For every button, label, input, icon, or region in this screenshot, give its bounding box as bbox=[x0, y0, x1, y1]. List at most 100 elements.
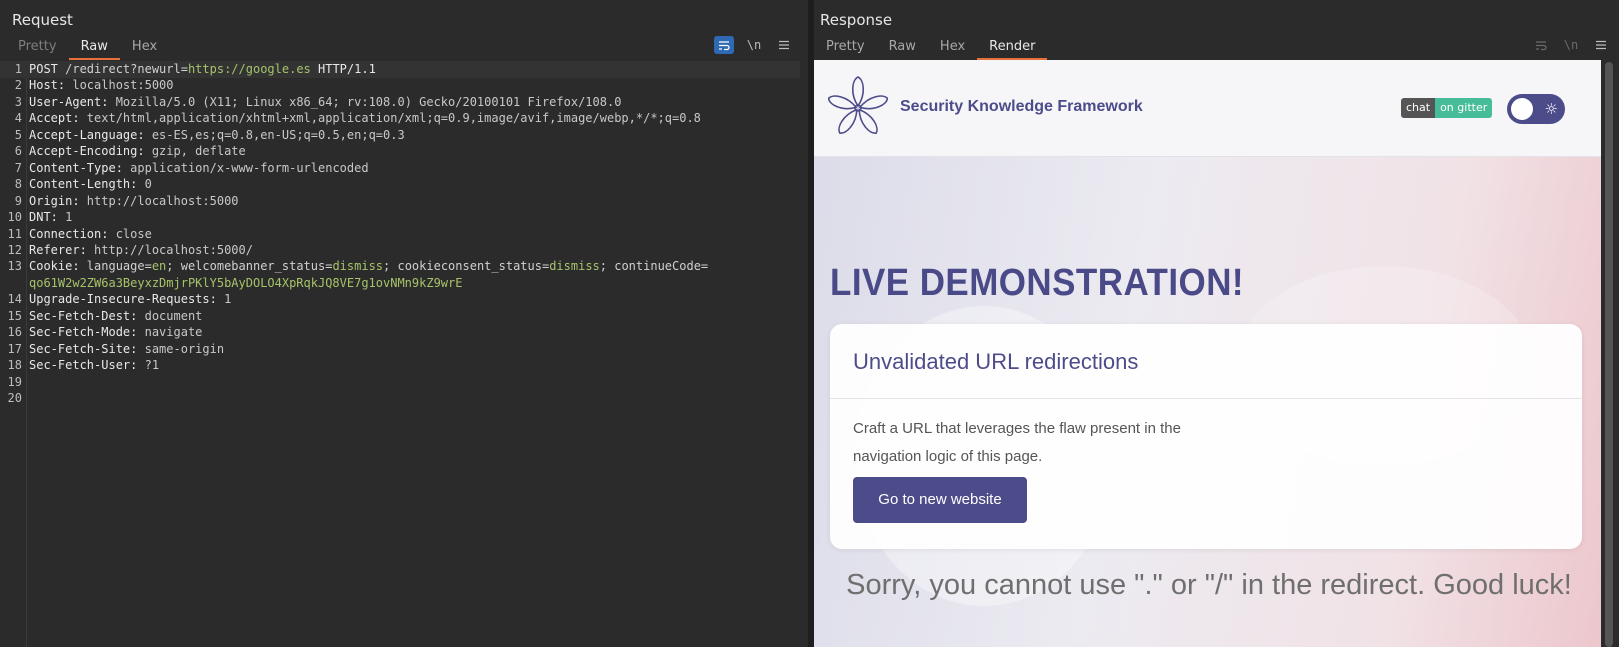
code-token: application/x-www-form-urlencoded bbox=[130, 160, 369, 175]
request-tabs: Pretty Raw Hex bbox=[6, 36, 169, 60]
line-text: DNT: 1 bbox=[29, 209, 72, 226]
request-tab-raw[interactable]: Raw bbox=[68, 36, 120, 60]
code-line[interactable]: 19 bbox=[0, 374, 800, 391]
wrap-icon[interactable] bbox=[714, 36, 734, 54]
line-text: Sec-Fetch-User: ?1 bbox=[29, 357, 159, 374]
line-text: Sec-Fetch-Mode: navigate bbox=[29, 324, 202, 341]
line-number: 11 bbox=[7, 226, 22, 241]
code-line[interactable]: 5 Accept-Language: es-ES,es;q=0.8,en-US;q… bbox=[0, 127, 800, 144]
code-token: dismiss bbox=[332, 259, 384, 274]
code-token: document bbox=[144, 308, 203, 323]
rendered-page: Security Knowledge Framework chat on git… bbox=[814, 60, 1601, 647]
menu-icon[interactable] bbox=[774, 36, 794, 54]
code-token: ?1 bbox=[144, 358, 160, 373]
newline-toggle[interactable]: \n bbox=[744, 36, 764, 54]
line-text: Cookie: language=en; welcomebanner_statu… bbox=[29, 258, 708, 275]
code-token: POST bbox=[29, 62, 66, 76]
code-line[interactable]: 11 Connection: close bbox=[0, 226, 800, 243]
code-line[interactable]: 2 Host: localhost:5000 bbox=[0, 77, 800, 94]
code-line[interactable]: 16 Sec-Fetch-Mode: navigate bbox=[0, 324, 800, 341]
line-number: 5 bbox=[14, 127, 22, 142]
theme-toggle[interactable]: ☼ bbox=[1507, 94, 1565, 124]
request-tab-hex[interactable]: Hex bbox=[120, 36, 169, 60]
response-tab-hex[interactable]: Hex bbox=[928, 36, 977, 60]
code-token: Sec-Fetch-Mode: bbox=[29, 325, 145, 340]
code-token: gzip, deflate bbox=[151, 144, 246, 159]
code-line[interactable]: 20 bbox=[0, 390, 800, 407]
line-number: 12 bbox=[7, 242, 22, 257]
page-headline: LIVE DEMONSTRATION! bbox=[830, 262, 1245, 304]
code-token: close bbox=[115, 226, 152, 241]
line-number: 15 bbox=[7, 308, 22, 323]
sun-icon: ☼ bbox=[1544, 100, 1558, 118]
response-tab-pretty[interactable]: Pretty bbox=[814, 36, 877, 60]
response-title: Response bbox=[820, 11, 893, 29]
line-text: Accept: text/html,application/xhtml+xml,… bbox=[29, 110, 701, 127]
code-token: Sec-Fetch-Site: bbox=[29, 341, 145, 356]
code-line[interactable]: 17 Sec-Fetch-Site: same-origin bbox=[0, 341, 800, 358]
response-tab-raw[interactable]: Raw bbox=[877, 36, 928, 60]
code-token: User-Agent: bbox=[29, 94, 116, 109]
newline-toggle[interactable]: \n bbox=[1561, 36, 1581, 54]
code-token: ; cookieconsent_status= bbox=[383, 259, 550, 274]
code-line[interactable]: 13 Cookie: language=en; welcomebanner_sta… bbox=[0, 258, 800, 275]
request-pane: Request Pretty Raw Hex \n 1 POST /redirec… bbox=[0, 0, 808, 647]
code-token: Referer: bbox=[29, 242, 95, 257]
code-token: same-origin bbox=[144, 341, 225, 356]
line-number: 19 bbox=[7, 374, 22, 389]
line-text: Origin: http://localhost:5000 bbox=[29, 193, 239, 210]
skf-flower-logo-icon bbox=[828, 76, 888, 134]
request-tab-pretty[interactable]: Pretty bbox=[6, 36, 69, 60]
line-text: Host: localhost:5000 bbox=[29, 77, 174, 94]
response-tabs: Pretty Raw Hex Render bbox=[814, 36, 1048, 60]
code-token: Connection: bbox=[29, 226, 116, 241]
line-text: User-Agent: Mozilla/5.0 (X11; Linux x86_… bbox=[29, 94, 621, 111]
code-token: Host: bbox=[29, 78, 73, 93]
code-line[interactable]: 18 Sec-Fetch-User: ?1 bbox=[0, 357, 800, 374]
code-token: Mozilla/5.0 (X11; Linux x86_64; rv:108.0… bbox=[115, 94, 622, 109]
gitter-chat-badge[interactable]: chat on gitter bbox=[1401, 98, 1493, 118]
code-token: 1 bbox=[224, 292, 232, 307]
go-to-new-website-button[interactable]: Go to new website bbox=[853, 477, 1027, 523]
line-number: 16 bbox=[7, 325, 22, 340]
render-scrollbar-thumb[interactable] bbox=[1605, 62, 1613, 647]
card-title: Unvalidated URL redirections bbox=[853, 349, 1139, 374]
line-number: 7 bbox=[14, 160, 22, 175]
code-token: dismiss bbox=[549, 259, 600, 274]
line-number: 18 bbox=[7, 358, 22, 373]
menu-icon[interactable] bbox=[1591, 36, 1611, 54]
wrap-icon[interactable] bbox=[1531, 36, 1551, 54]
card-divider bbox=[830, 398, 1582, 399]
response-tab-render[interactable]: Render bbox=[977, 36, 1048, 60]
line-text: Sec-Fetch-Site: same-origin bbox=[29, 341, 224, 358]
code-line[interactable]: 12 Referer: http://localhost:5000/ bbox=[0, 242, 800, 259]
code-token: 0 bbox=[144, 177, 152, 192]
code-line[interactable]: 1 POST /redirect?newurl=https://google.es… bbox=[0, 61, 800, 78]
code-line[interactable]: 6 Accept-Encoding: gzip, deflate bbox=[0, 143, 800, 160]
card-description: Craft a URL that leverages the flaw pres… bbox=[853, 420, 1181, 465]
code-line[interactable]: 15 Sec-Fetch-Dest: document bbox=[0, 308, 800, 325]
code-line[interactable]: 8 Content-Length: 0 bbox=[0, 176, 800, 193]
code-token: qo61W2w2ZW6a3BeyxzDmjrPKlY5bAyDOLO4XpRqk… bbox=[29, 275, 463, 290]
line-text: POST /redirect?newurl=https://google.es … bbox=[29, 61, 376, 78]
code-line[interactable]: 4 Accept: text/html,application/xhtml+xml… bbox=[0, 110, 800, 127]
line-number: 1 bbox=[14, 62, 22, 76]
line-text: Upgrade-Insecure-Requests: 1 bbox=[29, 291, 231, 308]
code-line[interactable]: 3 User-Agent: Mozilla/5.0 (X11; Linux x86… bbox=[0, 94, 800, 111]
toggle-knob bbox=[1511, 98, 1533, 120]
code-token: Upgrade-Insecure-Requests: bbox=[29, 292, 225, 307]
code-line[interactable]: qo61W2w2ZW6a3BeyxzDmjrPKlY5bAyDOLO4XpRqk… bbox=[0, 275, 800, 292]
request-editor[interactable]: 1 POST /redirect?newurl=https://google.es… bbox=[0, 60, 808, 647]
code-token: Origin: bbox=[29, 193, 87, 208]
code-token: ; continueCode= bbox=[599, 259, 709, 274]
code-line[interactable]: 7 Content-Type: application/x-www-form-ur… bbox=[0, 160, 800, 177]
code-line[interactable]: 10 DNT: 1 bbox=[0, 209, 800, 226]
code-token: 1 bbox=[65, 210, 73, 225]
badge-gitter-label: on gitter bbox=[1435, 98, 1493, 118]
line-text: Content-Type: application/x-www-form-url… bbox=[29, 160, 369, 177]
line-text: qo61W2w2ZW6a3BeyxzDmjrPKlY5bAyDOLO4XpRqk… bbox=[29, 275, 462, 292]
code-line[interactable]: 9 Origin: http://localhost:5000 bbox=[0, 193, 800, 210]
line-number: 3 bbox=[14, 94, 22, 109]
code-line[interactable]: 14 Upgrade-Insecure-Requests: 1 bbox=[0, 291, 800, 308]
site-brand[interactable]: Security Knowledge Framework bbox=[900, 98, 1143, 116]
